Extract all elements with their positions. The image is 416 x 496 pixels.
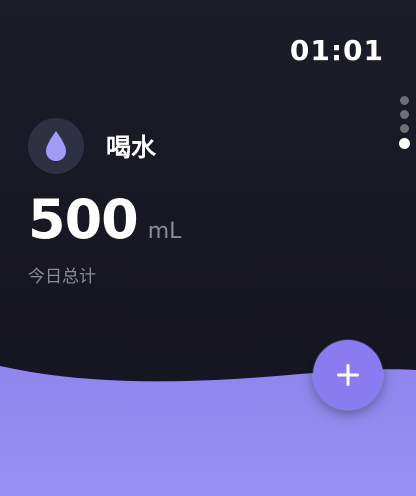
plus-icon bbox=[337, 364, 359, 386]
app-title: 喝水 bbox=[106, 133, 157, 162]
water-drop-shape bbox=[46, 131, 66, 161]
water-drop-icon bbox=[28, 118, 84, 174]
total-value: 500 bbox=[28, 188, 139, 251]
page-indicator bbox=[399, 96, 410, 149]
water-tracker-screen: 01:01 喝水 500 mL 今日总计 bbox=[0, 0, 416, 496]
total-caption: 今日总计 bbox=[28, 267, 96, 287]
daily-total: 500 mL bbox=[28, 188, 181, 251]
app-header: 喝水 bbox=[28, 118, 156, 174]
page-dot-3[interactable] bbox=[400, 124, 409, 133]
total-unit: mL bbox=[147, 219, 182, 244]
page-dot-4-active[interactable] bbox=[399, 138, 410, 149]
clock-time: 01:01 bbox=[289, 34, 384, 67]
add-water-button[interactable] bbox=[313, 340, 383, 410]
page-dot-2[interactable] bbox=[400, 110, 409, 119]
page-dot-1[interactable] bbox=[400, 96, 409, 105]
